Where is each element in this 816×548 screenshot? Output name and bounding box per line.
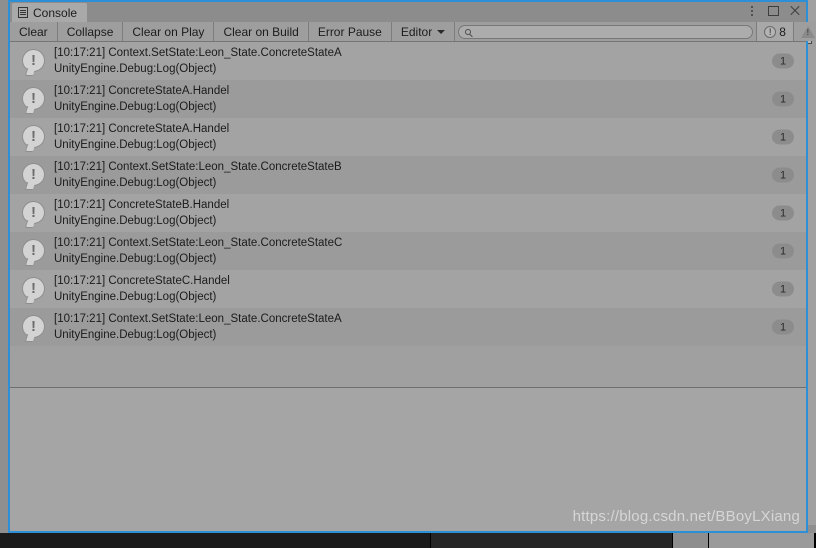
console-detail-pane[interactable]: https://blog.csdn.net/BBoyLXiang bbox=[10, 387, 806, 531]
taskbar-segment bbox=[0, 533, 431, 548]
log-collapse-count: 1 bbox=[772, 281, 794, 297]
log-row[interactable]: ! [10:17:21] ConcreteStateC.Handel UnityEn… bbox=[10, 270, 806, 308]
log-row[interactable]: ! [10:17:21] Context.SetState:Leon_State.… bbox=[10, 308, 806, 346]
clear-on-play-button-label: Clear on Play bbox=[132, 24, 205, 39]
log-text: [10:17:21] Context.SetState:Leon_State.C… bbox=[54, 235, 342, 267]
log-icon: ! bbox=[22, 315, 46, 342]
window-controls bbox=[745, 4, 802, 18]
warning-count-toggle[interactable]: 0 bbox=[792, 22, 816, 41]
log-message: [10:17:21] ConcreteStateA.Handel bbox=[54, 123, 230, 135]
clear-on-play-button[interactable]: Clear on Play bbox=[123, 22, 215, 41]
error-pause-button-label: Error Pause bbox=[317, 24, 382, 39]
log-icon: ! bbox=[22, 201, 46, 228]
tab-console[interactable]: Console bbox=[12, 3, 88, 22]
console-log-list[interactable]: ! [10:17:21] Context.SetState:Leon_State.… bbox=[10, 42, 806, 387]
log-text: [10:17:21] ConcreteStateB.Handel UnityEng… bbox=[54, 197, 229, 229]
log-collapse-count: 1 bbox=[772, 129, 794, 145]
clear-on-build-button-label: Clear on Build bbox=[223, 24, 299, 39]
tab-console-label: Console bbox=[33, 5, 78, 20]
taskbar-segment bbox=[430, 533, 674, 548]
log-stacktrace: UnityEngine.Debug:Log(Object) bbox=[54, 215, 217, 227]
log-message: [10:17:21] Context.SetState:Leon_State.C… bbox=[54, 161, 342, 173]
maximize-icon bbox=[768, 6, 779, 16]
log-text: [10:17:21] ConcreteStateA.Handel UnityEng… bbox=[54, 83, 229, 115]
collapse-button-label: Collapse bbox=[66, 24, 114, 39]
log-collapse-count: 1 bbox=[772, 319, 794, 335]
chevron-down-icon bbox=[437, 29, 446, 34]
log-stacktrace: UnityEngine.Debug:Log(Object) bbox=[54, 101, 217, 113]
log-icon: ! bbox=[22, 125, 46, 152]
log-text: [10:17:21] Context.SetState:Leon_State.C… bbox=[54, 45, 342, 77]
log-message: [10:17:21] ConcreteStateC.Handel bbox=[54, 275, 230, 287]
editor-dropdown[interactable]: Editor bbox=[391, 22, 456, 41]
log-text: [10:17:21] ConcreteStateA.Handel UnityEng… bbox=[54, 121, 229, 153]
warning-icon bbox=[800, 25, 815, 38]
log-text: [10:17:21] ConcreteStateC.Handel UnityEng… bbox=[54, 273, 230, 305]
log-stacktrace: UnityEngine.Debug:Log(Object) bbox=[54, 291, 217, 303]
log-message: [10:17:21] ConcreteStateB.Handel bbox=[54, 199, 230, 211]
window-tabbar: Console bbox=[10, 2, 806, 22]
window-close-button[interactable] bbox=[789, 4, 802, 18]
log-text: [10:17:21] Context.SetState:Leon_State.C… bbox=[54, 159, 342, 191]
log-collapse-count: 1 bbox=[772, 243, 794, 259]
log-stacktrace: UnityEngine.Debug:Log(Object) bbox=[54, 139, 217, 151]
desktop-taskbar bbox=[0, 533, 816, 548]
taskbar-segment bbox=[673, 533, 709, 548]
clear-on-build-button[interactable]: Clear on Build bbox=[214, 22, 309, 41]
clear-button[interactable]: Clear bbox=[10, 22, 58, 41]
log-count-value: 8 bbox=[779, 24, 786, 39]
log-row[interactable]: ! [10:17:21] Context.SetState:Leon_State.… bbox=[10, 156, 806, 194]
log-message: [10:17:21] ConcreteStateA.Handel bbox=[54, 85, 230, 97]
log-icon: ! bbox=[22, 87, 46, 114]
search-box[interactable] bbox=[458, 24, 754, 39]
console-window: Console Clear Collapse Clear on Play Cle… bbox=[8, 0, 816, 533]
log-icon: ! bbox=[22, 277, 46, 304]
log-stacktrace: UnityEngine.Debug:Log(Object) bbox=[54, 177, 217, 189]
log-row[interactable]: ! [10:17:21] Context.SetState:Leon_State.… bbox=[10, 42, 806, 80]
window-menu-button[interactable] bbox=[745, 4, 758, 18]
search-icon bbox=[465, 28, 472, 35]
console-icon bbox=[18, 7, 28, 18]
log-row[interactable]: ! [10:17:21] Context.SetState:Leon_State.… bbox=[10, 232, 806, 270]
window-maximize-button[interactable] bbox=[767, 4, 780, 18]
log-icon: ! bbox=[22, 49, 46, 76]
log-collapse-count: 1 bbox=[772, 167, 794, 183]
taskbar-segment bbox=[708, 533, 815, 548]
desktop-background: s s s a Console Cle bbox=[0, 0, 816, 548]
log-count-toggle[interactable]: 8 bbox=[756, 22, 793, 41]
collapse-button[interactable]: Collapse bbox=[57, 22, 124, 41]
editor-dropdown-label: Editor bbox=[400, 24, 433, 39]
kebab-menu-icon bbox=[745, 4, 758, 18]
watermark-text: https://blog.csdn.net/BBoyLXiang bbox=[572, 508, 800, 525]
log-collapse-count: 1 bbox=[772, 91, 794, 107]
log-row[interactable]: ! [10:17:21] ConcreteStateA.Handel UnityEn… bbox=[10, 80, 806, 118]
search-input[interactable] bbox=[475, 24, 747, 39]
log-stacktrace: UnityEngine.Debug:Log(Object) bbox=[54, 63, 217, 75]
log-message: [10:17:21] Context.SetState:Leon_State.C… bbox=[54, 47, 342, 59]
log-stacktrace: UnityEngine.Debug:Log(Object) bbox=[54, 253, 217, 265]
log-icon: ! bbox=[22, 239, 46, 266]
log-icon: ! bbox=[22, 163, 46, 190]
console-toolbar: Clear Collapse Clear on Play Clear on Bu… bbox=[10, 22, 816, 42]
log-message: [10:17:21] Context.SetState:Leon_State.C… bbox=[54, 237, 343, 249]
error-pause-button[interactable]: Error Pause bbox=[308, 22, 392, 41]
log-row[interactable]: ! [10:17:21] ConcreteStateA.Handel UnityEn… bbox=[10, 118, 806, 156]
log-message: [10:17:21] Context.SetState:Leon_State.C… bbox=[54, 313, 342, 325]
log-icon bbox=[764, 25, 777, 39]
log-text: [10:17:21] Context.SetState:Leon_State.C… bbox=[54, 311, 342, 343]
log-collapse-count: 1 bbox=[772, 205, 794, 221]
clear-button-label: Clear bbox=[19, 24, 48, 39]
search-container bbox=[455, 22, 757, 41]
log-stacktrace: UnityEngine.Debug:Log(Object) bbox=[54, 329, 217, 341]
log-collapse-count: 1 bbox=[772, 53, 794, 69]
log-row[interactable]: ! [10:17:21] ConcreteStateB.Handel UnityEn… bbox=[10, 194, 806, 232]
